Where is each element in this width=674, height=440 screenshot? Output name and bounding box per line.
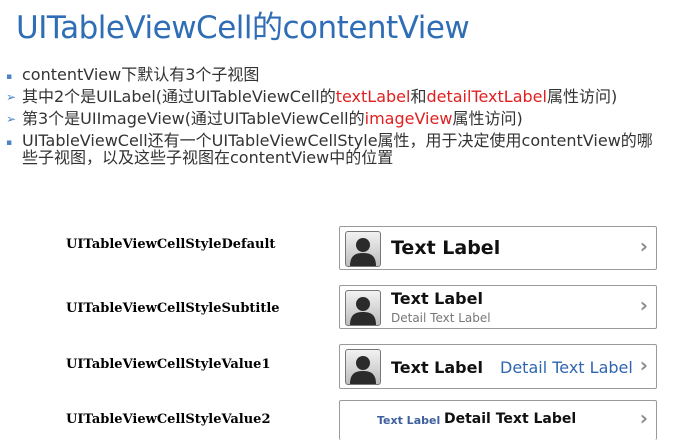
text-label: Text Label (377, 414, 441, 427)
page-title: UITableViewCell的contentView (16, 10, 470, 46)
chevron-right-icon[interactable]: › (640, 353, 648, 377)
cell-value2[interactable]: Text Label Detail Text Label › (339, 400, 657, 440)
person-silhouette-icon (345, 290, 381, 326)
text-label: Text Label (391, 237, 501, 259)
style-name-default: UITableViewCellStyleDefault (66, 237, 276, 252)
chevron-right-icon[interactable]: › (640, 406, 648, 430)
cell-subtitle[interactable]: Text Label Detail Text Label › (339, 285, 657, 329)
bullet-text: 其中2个是UILabel(通过UITableViewCell的 (22, 87, 336, 106)
person-silhouette-icon (345, 349, 381, 385)
highlight-detailtextlabel: detailTextLabel (426, 87, 547, 106)
detail-text-label: Detail Text Label (444, 411, 577, 427)
detail-text-label: Detail Text Label (500, 358, 633, 377)
highlight-textlabel: textLabel (335, 87, 411, 106)
square-bullet-icon: ▪ (6, 138, 13, 148)
bullet-item: ➢ 其中2个是UILabel(通过UITableViewCell的textLab… (4, 88, 664, 105)
bullet-item: ▪ contentView下默认有3个子视图 (4, 66, 664, 83)
bullet-text: 属性访问) (452, 109, 523, 128)
bullet-text: 第3个是UIImageView(通过UITableViewCell的 (22, 109, 365, 128)
bullet-text: 属性访问) (546, 87, 618, 106)
bullet-text: 和 (410, 87, 427, 106)
text-label: Text Label (391, 289, 483, 308)
style-name-value2: UITableViewCellStyleValue2 (66, 412, 271, 427)
cell-default[interactable]: Text Label › (339, 226, 657, 270)
highlight-imageview: imageView (364, 109, 453, 128)
bullet-list: ▪ contentView下默认有3个子视图 ➢ 其中2个是UILabel(通过… (4, 66, 664, 171)
style-name-subtitle: UITableViewCellStyleSubtitle (66, 301, 280, 316)
bullet-item: ▪ UITableViewCell还有一个UITableViewCellStyl… (4, 132, 664, 166)
bullet-text: contentView下默认有3个子视图 (22, 65, 260, 84)
bullet-item: ➢ 第3个是UIImageView(通过UITableViewCell的imag… (4, 110, 664, 127)
chevron-right-icon[interactable]: › (640, 234, 648, 258)
text-label: Text Label (391, 358, 483, 377)
detail-text-label: Detail Text Label (391, 311, 491, 325)
chevron-right-icon[interactable]: › (640, 293, 648, 317)
square-bullet-icon: ▪ (6, 72, 13, 82)
cell-value1[interactable]: Text Label Detail Text Label › (339, 344, 657, 389)
bullet-text: UITableViewCell还有一个UITableViewCellStyle属… (22, 131, 653, 167)
arrow-bullet-icon: ➢ (6, 90, 17, 104)
person-silhouette-icon (345, 231, 381, 267)
style-name-value1: UITableViewCellStyleValue1 (66, 357, 271, 372)
arrow-bullet-icon: ➢ (6, 112, 17, 126)
